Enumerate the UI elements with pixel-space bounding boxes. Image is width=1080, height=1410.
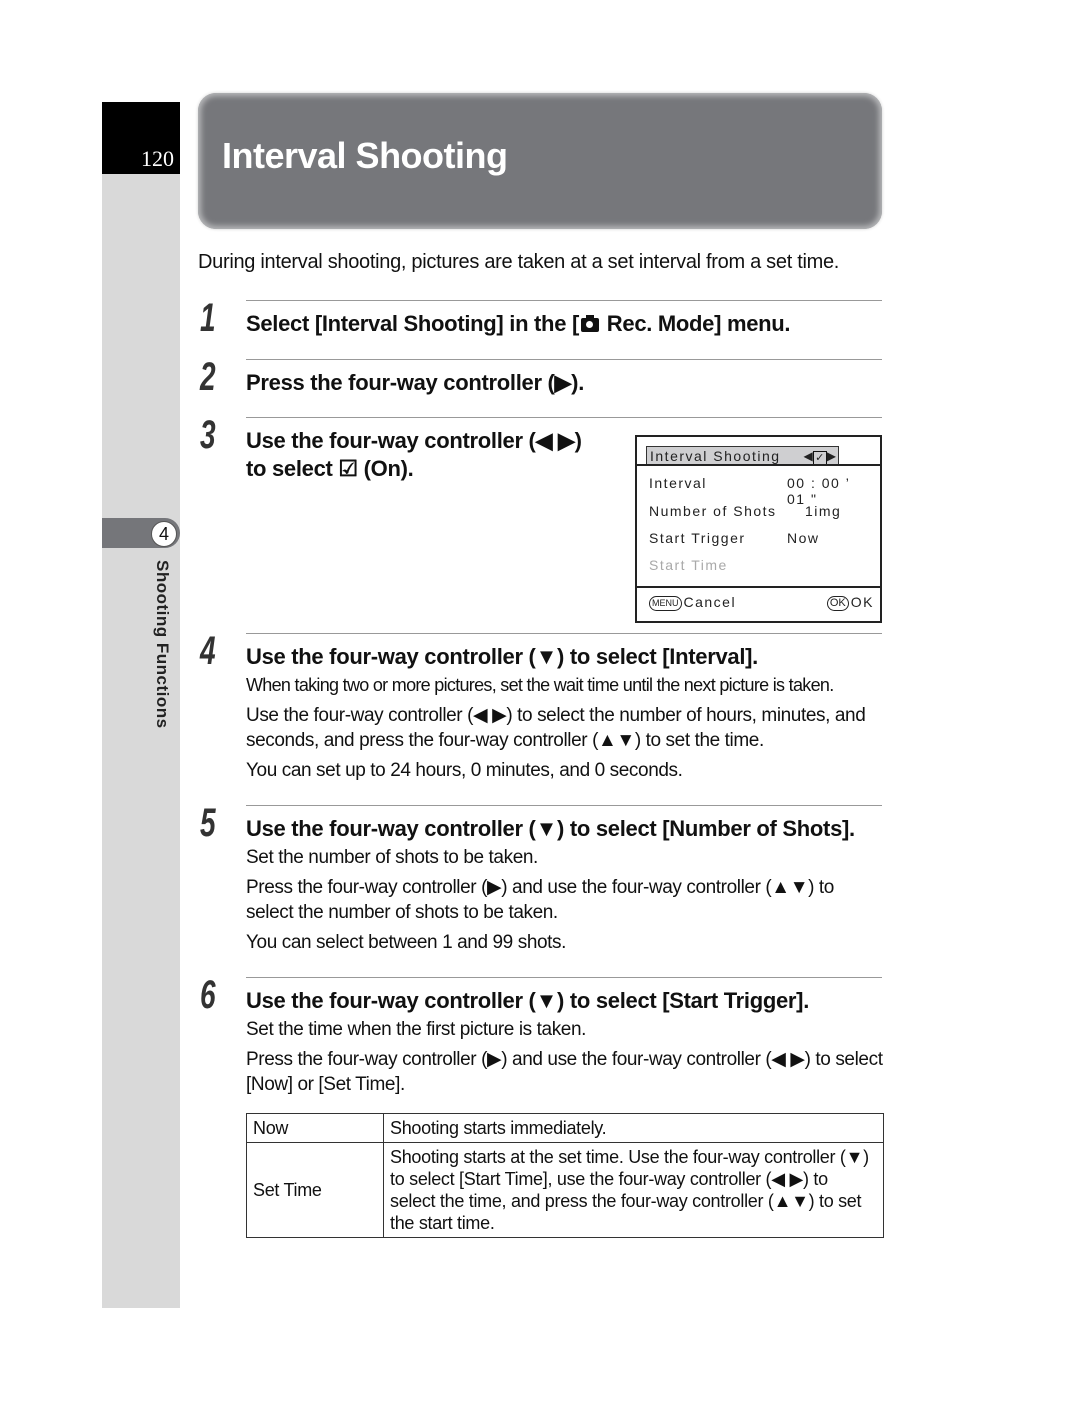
table-cell-description: Shooting starts at the set time. Use the… <box>383 1142 884 1238</box>
body-paragraph: Set the number of shots to be taken. <box>246 847 538 868</box>
title-banner: Interval Shooting <box>198 93 882 229</box>
heading-line-1: Use the four-way controller (◀ ▶) <box>246 428 582 453</box>
body-paragraph: Press the four-way controller (▶) and us… <box>246 1049 883 1095</box>
lcd-cancel-label: Cancel <box>683 594 737 610</box>
step-divider <box>246 977 882 978</box>
lcd-row-label: Interval <box>649 475 707 491</box>
step-number: 6 <box>200 973 216 1017</box>
body-paragraph: You can select between 1 and 99 shots. <box>246 932 567 953</box>
step-divider <box>246 300 882 301</box>
step-number: 3 <box>200 413 216 457</box>
lcd-footer: MENU Cancel OK OK <box>649 594 874 611</box>
step-number: 2 <box>200 355 216 399</box>
right-arrow-icon: ▶ <box>826 449 836 463</box>
body-paragraph: Set the time when the first picture is t… <box>246 1019 587 1040</box>
body-paragraph: You can set up to 24 hours, 0 minutes, a… <box>246 760 683 781</box>
page-title: Interval Shooting <box>222 135 508 176</box>
heading-line-2: to select ☑ (On). <box>246 456 414 481</box>
lcd-row-start-time: Start Time <box>649 557 872 577</box>
table-cell-option: Set Time <box>246 1142 384 1238</box>
step-body: When taking two or more pictures, set th… <box>246 673 886 788</box>
lcd-row-number-of-shots: Number of Shots 1img <box>649 503 872 523</box>
lcd-row-label: Number of Shots <box>649 503 777 519</box>
step-number: 5 <box>200 801 216 845</box>
lcd-ok: OK OK <box>826 594 874 611</box>
start-trigger-table: Now Shooting starts immediately. Set Tim… <box>246 1113 884 1238</box>
lcd-ok-label: OK <box>850 594 874 610</box>
step-divider <box>246 359 882 360</box>
table-cell-description: Shooting starts immediately. <box>383 1113 884 1143</box>
step-heading: Use the four-way controller (▼) to selec… <box>246 988 810 1013</box>
step-heading: Use the four-way controller (▼) to selec… <box>246 644 758 669</box>
step-heading: Select [Interval Shooting] in the [ Rec.… <box>246 310 791 338</box>
table-row: Now Shooting starts immediately. <box>246 1113 884 1143</box>
intro-text: During interval shooting, pictures are t… <box>198 251 840 273</box>
chapter-number-badge: 4 <box>151 521 177 547</box>
camera-lcd-screen: Interval Shooting ◀ ✓ ▶ Interval 00 : 00 ’… <box>635 435 882 623</box>
step-divider <box>246 633 882 634</box>
lcd-row-interval: Interval 00 : 00 ’ 01 " <box>649 475 872 507</box>
page-number: 120 <box>141 146 174 171</box>
step-number: 4 <box>200 629 216 673</box>
lcd-divider <box>637 464 880 466</box>
heading-text-post: Rec. Mode] menu. <box>600 311 791 336</box>
lcd-row-value: Now <box>787 530 820 546</box>
heading-text-pre: Select [Interval Shooting] in the [ <box>246 311 579 336</box>
body-paragraph: Press the four-way controller (▶) and us… <box>246 877 834 923</box>
lcd-divider <box>637 586 880 588</box>
page-number-box: 120 <box>102 102 180 174</box>
table-row: Set Time Shooting starts at the set time… <box>246 1142 884 1238</box>
step-divider <box>246 805 882 806</box>
lcd-row-value: 1img <box>805 503 842 519</box>
step-number: 1 <box>200 296 216 340</box>
left-arrow-icon: ◀ <box>803 449 813 463</box>
lcd-row-label: Start Trigger <box>649 530 746 546</box>
menu-button-icon: MENU <box>649 596 682 611</box>
step-heading: Use the four-way controller (◀ ▶) to sel… <box>246 427 582 483</box>
lcd-row-label: Start Time <box>649 557 728 573</box>
checkbox-icon: ✓ <box>812 451 827 465</box>
camera-icon <box>580 315 599 332</box>
lcd-menu-header: Interval Shooting ◀ ✓ ▶ <box>646 446 839 465</box>
step-body: Set the time when the first picture is t… <box>246 1017 886 1102</box>
lcd-row-start-trigger: Start Trigger Now <box>649 530 872 550</box>
body-paragraph: When taking two or more pictures, set th… <box>246 675 834 695</box>
step-body: Set the number of shots to be taken. Pre… <box>246 845 886 960</box>
chapter-tab: 4 <box>102 518 180 548</box>
body-paragraph: Use the four-way controller (◀ ▶) to sel… <box>246 705 866 751</box>
table-cell-option: Now <box>246 1113 384 1143</box>
step-heading: Press the four-way controller (▶). <box>246 370 585 395</box>
step-heading: Use the four-way controller (▼) to selec… <box>246 816 855 841</box>
ok-button-icon: OK <box>826 596 849 611</box>
lcd-header-title: Interval Shooting <box>650 448 781 464</box>
chapter-label: Shooting Functions <box>153 560 172 729</box>
lcd-toggle: ◀ ✓ ▶ <box>804 448 836 465</box>
step-divider <box>246 417 882 418</box>
